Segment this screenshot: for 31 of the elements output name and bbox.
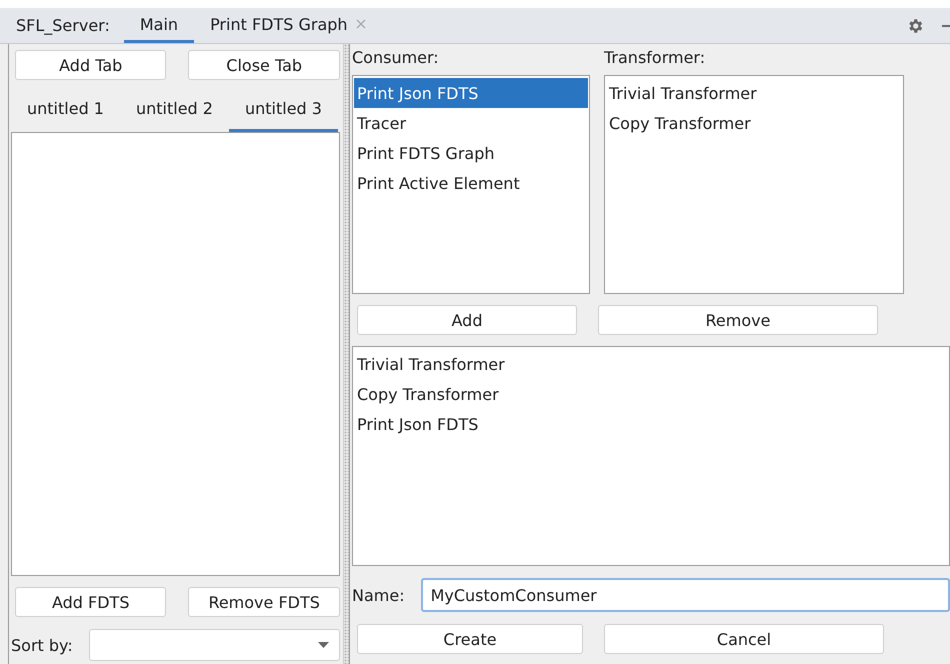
transformer-label: Transformer:: [604, 48, 706, 67]
name-label: Name:: [352, 586, 405, 604]
list-item[interactable]: Print Active Element: [354, 168, 588, 198]
button[interactable]: Add: [357, 305, 577, 335]
list-item[interactable]: Print Json FDTS: [354, 78, 588, 108]
minimize-icon[interactable]: [942, 24, 950, 28]
close-icon[interactable]: [356, 19, 366, 29]
list-item[interactable]: Print FDTS Graph: [354, 138, 588, 168]
list-item[interactable]: Copy Transformer: [606, 108, 902, 138]
button[interactable]: Remove FDTS: [188, 587, 340, 617]
sort-label: Sort by:: [11, 636, 73, 654]
button[interactable]: Remove: [598, 305, 878, 335]
tab[interactable]: Print FDTS Graph: [194, 8, 382, 43]
consumer-label: Consumer:: [352, 48, 440, 67]
splitter-handle[interactable]: [342, 44, 350, 664]
list-item[interactable]: Copy Transformer: [354, 379, 948, 409]
list-item[interactable]: Trivial Transformer: [354, 349, 948, 379]
button[interactable]: Add Tab: [15, 50, 166, 80]
sort-dropdown[interactable]: [88, 629, 340, 661]
tab[interactable]: untitled 2: [120, 88, 229, 132]
tab[interactable]: untitled 1: [11, 88, 120, 132]
app-label: SFL_Server:: [16, 16, 110, 35]
list-item[interactable]: Tracer: [354, 108, 588, 138]
dropdown-arrow-icon: [318, 642, 329, 648]
button[interactable]: Cancel: [604, 624, 884, 654]
button[interactable]: Add FDTS: [15, 587, 166, 617]
button[interactable]: Close Tab: [188, 50, 340, 80]
list-item[interactable]: Trivial Transformer: [606, 78, 902, 108]
list-item[interactable]: Print Json FDTS: [354, 409, 948, 439]
name-field[interactable]: MyCustomConsumer: [420, 578, 950, 612]
button[interactable]: Create: [357, 624, 583, 654]
